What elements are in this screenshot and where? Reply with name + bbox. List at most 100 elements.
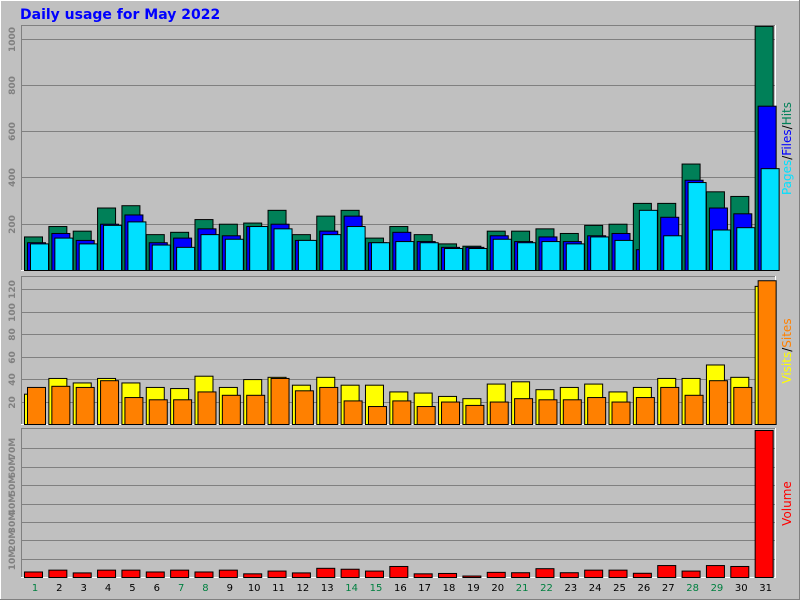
y-tick-label: 70M xyxy=(8,438,18,460)
bar-volume xyxy=(511,572,531,578)
bar-volume xyxy=(145,571,165,578)
bar-volume xyxy=(243,573,263,579)
legend-sites: Sites xyxy=(780,318,794,347)
bar-sites xyxy=(562,399,582,425)
y-tick-label: 20 xyxy=(8,396,18,409)
bar-pages xyxy=(638,209,658,271)
bar-volume xyxy=(97,569,117,579)
bar-sites xyxy=(416,406,436,425)
x-tick-label: 25 xyxy=(613,583,626,594)
bar-volume xyxy=(657,565,677,579)
y-tick-label: 80 xyxy=(8,328,18,341)
legend-pages: Pages xyxy=(780,160,794,195)
x-tick-label: 24 xyxy=(589,583,602,594)
bar-volume xyxy=(559,572,579,578)
bar-sites xyxy=(319,386,339,426)
x-tick-label: 15 xyxy=(370,583,383,594)
x-tick-label: 27 xyxy=(662,583,675,594)
bar-sites xyxy=(148,399,168,425)
x-tick-label: 16 xyxy=(394,583,407,594)
bar-sites xyxy=(635,397,655,425)
bar-pages xyxy=(517,242,537,272)
panel-visits: 20 40 60 80 100 120 Visits/Sites xyxy=(8,276,794,426)
bar-pages xyxy=(30,243,49,271)
bar-pages xyxy=(590,236,610,271)
x-tick-label: 14 xyxy=(345,583,358,594)
x-tick-label: 11 xyxy=(272,583,285,594)
bar-pages xyxy=(444,248,464,271)
bar-pages xyxy=(127,221,147,271)
bar-sites xyxy=(51,385,71,426)
bar-pages xyxy=(419,242,439,272)
x-tick-label: 21 xyxy=(516,583,529,594)
bar-sites xyxy=(514,398,534,425)
bar-sites xyxy=(611,401,631,425)
x-tick-label: 26 xyxy=(638,583,651,594)
y-tick-label: 100 xyxy=(8,303,18,322)
bar-pages xyxy=(346,226,366,271)
bar-sites xyxy=(221,394,241,425)
daily-usage-chart: Daily usage for May 2022 200 400 600 800 100… xyxy=(0,0,800,600)
bar-volume xyxy=(486,571,506,578)
x-tick-label: 2 xyxy=(56,583,62,594)
bar-pages xyxy=(760,168,780,272)
y-tick-label: 800 xyxy=(8,76,18,95)
bar-pages xyxy=(492,238,512,271)
bar-pages xyxy=(273,228,293,271)
panel-legend: Visits/Sites xyxy=(780,318,794,383)
bar-pages xyxy=(614,239,634,272)
bar-volume xyxy=(413,573,433,579)
x-tick-label: 5 xyxy=(129,583,135,594)
bar-sites xyxy=(100,380,120,426)
x-tick-label: 10 xyxy=(248,583,261,594)
bar-volume xyxy=(462,575,482,579)
bar-volume xyxy=(121,569,141,579)
y-tick-label: 200 xyxy=(8,215,18,234)
bar-sites xyxy=(733,386,753,426)
bar-sites xyxy=(660,386,680,426)
bar-sites xyxy=(270,377,290,426)
bar-volume xyxy=(389,565,409,578)
panel-plot-area xyxy=(21,428,776,578)
bar-pages xyxy=(54,237,74,272)
legend-files: Files xyxy=(780,129,794,155)
x-tick-label: 23 xyxy=(564,583,577,594)
y-tick-label: 60 xyxy=(8,351,18,364)
bar-volume xyxy=(48,569,68,579)
bar-sites xyxy=(343,400,363,425)
bar-volume xyxy=(584,569,604,579)
x-tick-label: 17 xyxy=(418,583,431,594)
bar-volume xyxy=(364,570,384,578)
x-tick-label: 28 xyxy=(686,583,699,594)
bar-pages xyxy=(151,244,171,272)
bar-pages xyxy=(200,234,220,271)
bar-volume xyxy=(340,568,360,579)
bar-sites xyxy=(75,386,95,426)
x-tick-label: 30 xyxy=(735,583,748,594)
bar-sites xyxy=(197,391,217,425)
y-tick-label: 40 xyxy=(8,373,18,386)
panel-hits: 200 400 600 800 1000 Pages/Files/Hits xyxy=(8,25,794,272)
bar-volume xyxy=(267,570,287,578)
bar-volume xyxy=(291,572,311,578)
x-tick-label: 29 xyxy=(711,583,724,594)
bar-volume xyxy=(438,572,458,579)
bar-sites xyxy=(367,406,387,425)
bar-sites xyxy=(246,394,266,425)
x-tick-label: 9 xyxy=(227,583,233,594)
panel-legend: Pages/Files/Hits xyxy=(780,102,794,195)
bar-pages xyxy=(224,238,244,271)
bar-sites xyxy=(392,400,412,425)
x-tick-label: 22 xyxy=(540,583,553,594)
x-tick-label: 31 xyxy=(759,583,772,594)
x-tick-label: 13 xyxy=(321,583,334,594)
bar-volume xyxy=(218,569,238,579)
bar-sites xyxy=(294,390,314,425)
legend-visits: Visits xyxy=(780,352,794,384)
x-tick-label: 20 xyxy=(491,583,504,594)
bar-sites xyxy=(757,280,777,425)
bar-pages xyxy=(541,241,561,271)
bar-pages xyxy=(297,239,317,272)
bar-pages xyxy=(736,227,756,271)
bar-pages xyxy=(78,243,98,271)
